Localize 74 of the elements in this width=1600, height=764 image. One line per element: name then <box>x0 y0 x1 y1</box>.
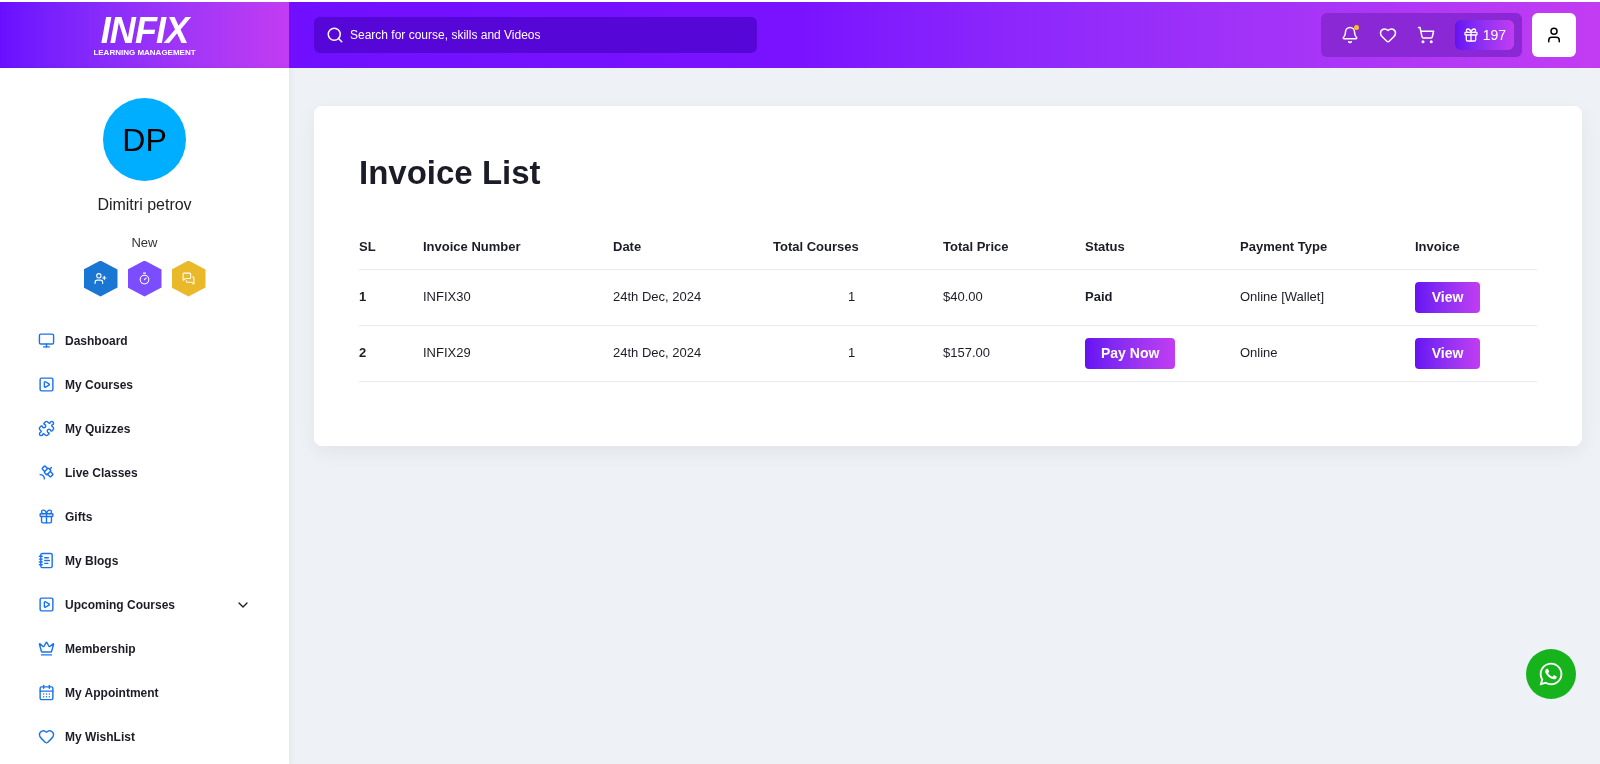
chat-button[interactable] <box>1526 649 1576 699</box>
search-icon <box>326 26 344 44</box>
monitor-icon <box>38 332 55 349</box>
stopwatch-icon <box>138 272 151 285</box>
table-cell: Online <box>1240 345 1278 361</box>
sidebar-item[interactable]: Membership <box>0 626 289 671</box>
sidebar-label: My Quizzes <box>65 420 131 438</box>
column-header: Date <box>613 239 642 255</box>
heart-icon[interactable] <box>1378 26 1397 44</box>
column-header: SL <box>359 239 376 255</box>
sidebar-label: My Courses <box>65 376 134 394</box>
table-cell: Online [Wallet] <box>1240 289 1325 305</box>
cart-icon[interactable] <box>1416 26 1435 44</box>
sidebar-label: Upcoming Courses <box>65 596 175 614</box>
column-header: Invoice <box>1415 239 1460 255</box>
user-icon <box>1545 26 1563 44</box>
logo-title[interactable]: INFIX <box>100 13 189 49</box>
sidebar-item[interactable]: My Appointment <box>0 670 289 715</box>
sidebar-label: My Appointment <box>65 684 159 702</box>
notification-button[interactable] <box>1340 26 1359 44</box>
column-header: Status <box>1085 239 1125 255</box>
calendar-icon <box>38 684 55 701</box>
profile-button[interactable] <box>1532 13 1576 57</box>
puzzle-icon <box>38 420 55 437</box>
view-button[interactable]: View <box>1415 337 1480 369</box>
sidebar-label: Membership <box>65 640 136 658</box>
sidebar-label: Live Classes <box>65 464 138 482</box>
phone-bubble-icon <box>1538 661 1564 687</box>
view-button[interactable]: View <box>1415 281 1480 313</box>
user-plus-icon <box>94 272 107 285</box>
sidebar-label: My WishList <box>65 728 135 746</box>
column-header: Total Courses <box>773 239 859 255</box>
table-cell: 2 <box>359 345 367 361</box>
bell-icon <box>1340 26 1359 44</box>
table-cell: 24th Dec, 2024 <box>613 345 702 361</box>
note-icon <box>38 552 55 569</box>
page-title: Invoice List <box>359 153 542 193</box>
table-cell: INFIX29 <box>423 345 471 361</box>
sidebar-item[interactable]: Gifts <box>0 494 289 539</box>
table-cell: 24th Dec, 2024 <box>613 289 702 305</box>
sidebar-item[interactable]: My Quizzes <box>0 406 289 451</box>
table-cell: INFIX30 <box>423 289 471 305</box>
table-cell: $157.00 <box>943 345 990 361</box>
pay-now-button[interactable]: Pay Now <box>1085 337 1176 369</box>
profile-name: Dimitri petrov <box>97 195 192 215</box>
heart-icon <box>38 728 55 745</box>
sidebar-item[interactable]: Dashboard <box>0 318 289 363</box>
column-header: Payment Type <box>1240 239 1328 255</box>
gift-icon <box>38 508 55 525</box>
crown-icon <box>38 640 55 657</box>
play-square-icon <box>38 376 55 393</box>
table-cell: $40.00 <box>943 289 983 305</box>
table-cell: 1 <box>848 345 856 361</box>
satellite-dish-icon <box>38 464 55 481</box>
sidebar-label: Dashboard <box>65 332 128 350</box>
profile-level: New <box>131 234 158 252</box>
sidebar-item[interactable]: My Blogs <box>0 538 289 583</box>
logo-subtitle: LEARNING MANAGEMENT <box>93 49 196 57</box>
gift-icon <box>1462 27 1479 43</box>
sidebar-item[interactable]: Upcoming Courses <box>0 582 289 627</box>
sidebar-label: Gifts <box>65 508 93 526</box>
sidebar-item[interactable]: My WishList <box>0 714 289 759</box>
table-cell: 1 <box>848 289 856 305</box>
search-field[interactable]: Search for course, skills and Videos <box>314 17 757 53</box>
sidebar-item[interactable]: My Courses <box>0 362 289 407</box>
sidebar-label: My Blogs <box>65 552 119 570</box>
play-square-icon <box>38 596 55 613</box>
chat-icon <box>182 272 195 285</box>
column-header: Invoice Number <box>423 239 521 255</box>
sidebar-item[interactable]: Live Classes <box>0 450 289 495</box>
column-header: Total Price <box>943 239 1009 255</box>
gift-button[interactable]: 197 <box>1454 20 1514 50</box>
status-text: Paid <box>1085 289 1113 305</box>
table-cell: 1 <box>359 289 367 305</box>
